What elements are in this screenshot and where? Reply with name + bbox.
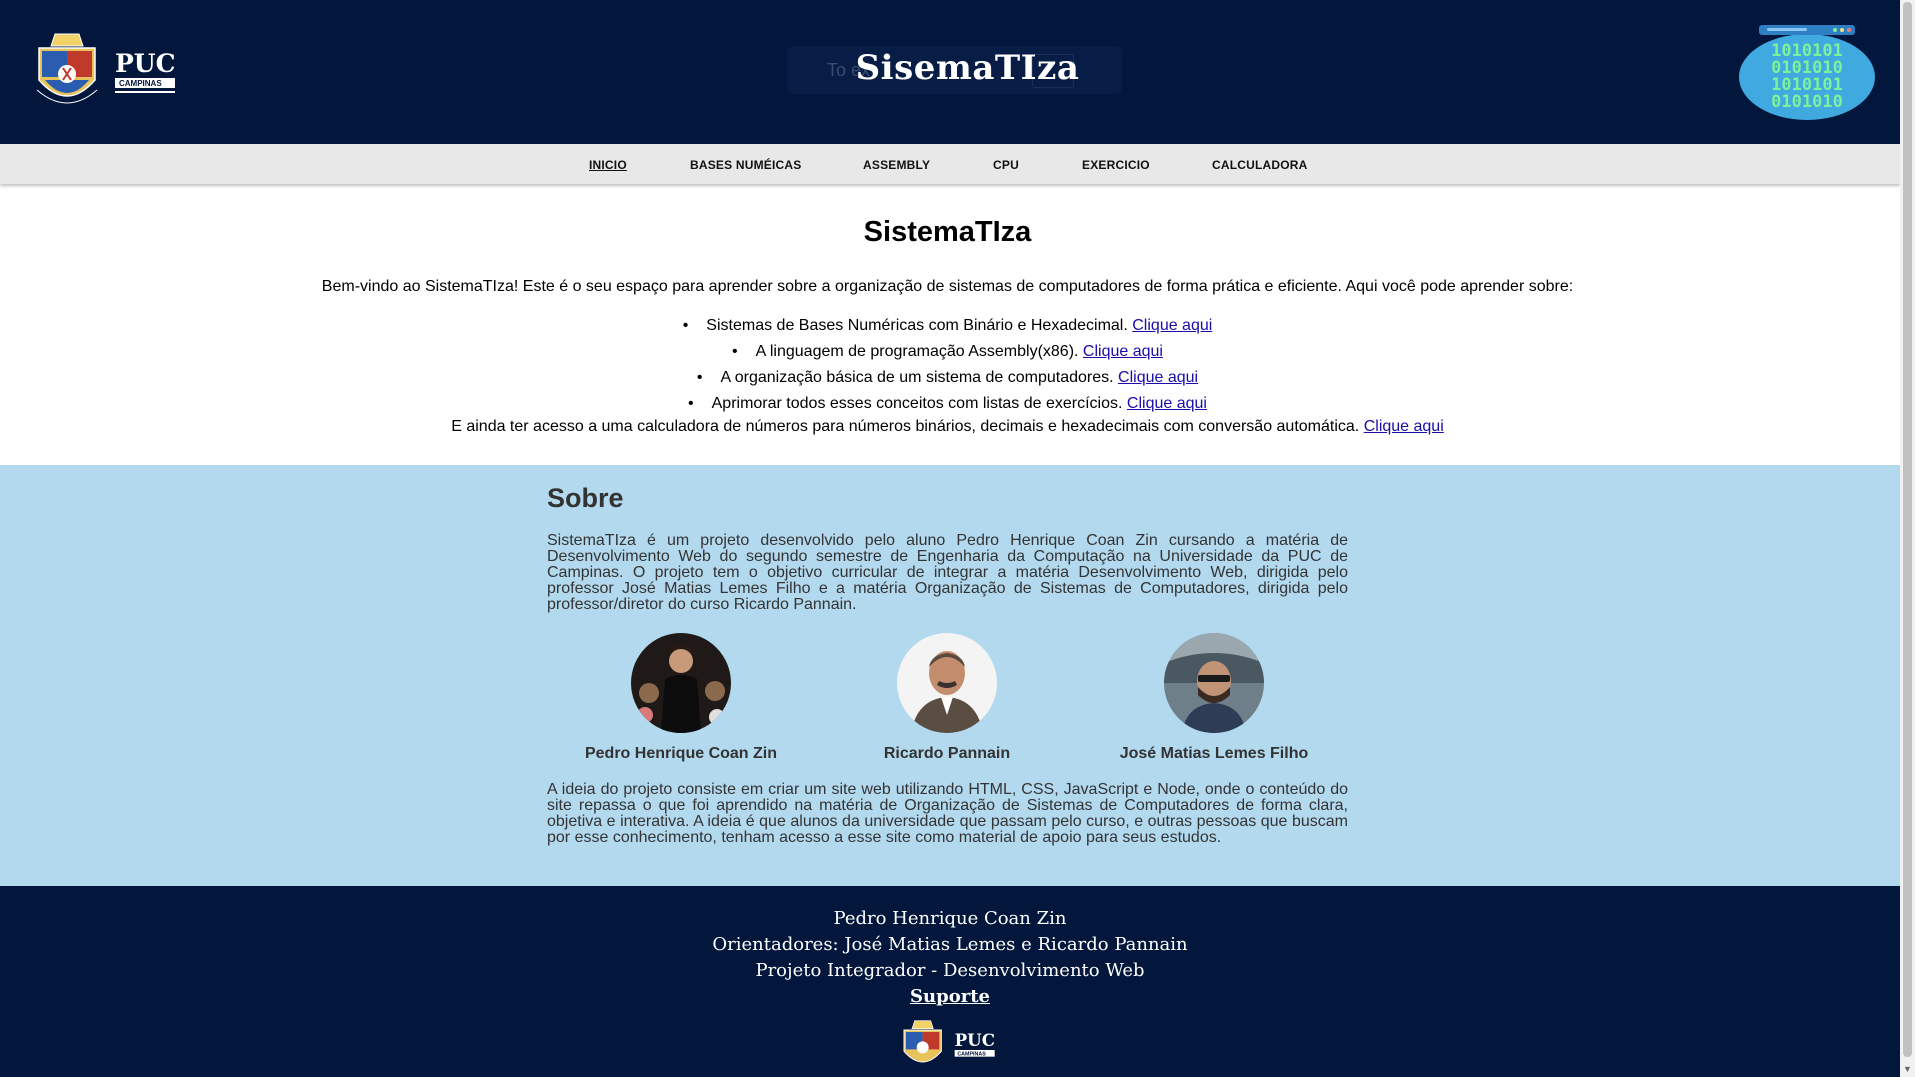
footer-advisors: Orientadores: José Matias Lemes e Ricard… <box>712 934 1188 955</box>
scroll-down-icon[interactable]: ▼ <box>1903 1064 1912 1074</box>
svg-text:CAMPINAS: CAMPINAS <box>957 1051 986 1057</box>
about-title: Sobre <box>547 483 624 513</box>
list-item: • A organização básica de um sistema de c… <box>696 369 1199 386</box>
footer-author: Pedro Henrique Coan Zin <box>833 908 1067 929</box>
topics-list: • Sistemas de Bases Numéricas com Binário… <box>0 313 1895 417</box>
list-item: • Sistemas de Bases Numéricas com Binário… <box>682 317 1213 334</box>
scrollbar-thumb[interactable] <box>1903 2 1912 1057</box>
topic-text: Sistemas de Bases Numéricas com Binário … <box>706 317 1128 334</box>
avatar <box>1164 633 1264 733</box>
footer-support-row: Suporte <box>0 984 1900 1010</box>
nav-item-cpu[interactable]: CPU <box>993 158 1019 172</box>
svg-text:PUC: PUC <box>955 1030 995 1050</box>
avatar <box>631 633 731 733</box>
binary-code-icon: 1010101 0101010 1010101 0101010 <box>1739 25 1875 120</box>
calculator-text: E ainda ter acesso a uma calculadora de … <box>0 418 1895 436</box>
about-paragraph-2: A ideia do projeto consiste em criar um … <box>547 781 1348 846</box>
intro-title: SistemaTIza <box>863 216 1032 248</box>
person-name: Ricardo Pannain <box>883 745 1011 762</box>
list-item: • A linguagem de programação Assembly(x86… <box>732 343 1163 360</box>
person-card: José Matias Lemes Filho <box>1074 633 1354 763</box>
person-photo-icon <box>1164 633 1264 733</box>
person-name: Pedro Henrique Coan Zin <box>584 745 777 762</box>
person-card: Pedro Henrique Coan Zin <box>541 633 821 763</box>
person-photo-icon <box>631 633 731 733</box>
support-link[interactable]: Suporte <box>910 986 990 1007</box>
main-nav: INICIO BASES NUMÉICAS ASSEMBLY CPU EXERC… <box>0 144 1900 184</box>
topic-link-bases[interactable]: Clique aqui <box>1132 317 1212 334</box>
topic-link-exercicios[interactable]: Clique aqui <box>1127 395 1207 412</box>
binary-row: 0101010 <box>1771 92 1843 112</box>
site-header: PUC CAMPINAS To ex SisemaTIza 1010101 01… <box>0 0 1900 144</box>
about-section: Sobre SistemaTIza é um projeto desenvolv… <box>0 465 1900 886</box>
footer-project: Projeto Integrador - Desenvolvimento Web <box>755 960 1145 981</box>
intro-section: SistemaTIza Bem-vindo ao SistemaTIza! Es… <box>0 185 1900 465</box>
site-title: SisemaTIza <box>855 48 1080 88</box>
topic-link-cpu[interactable]: Clique aqui <box>1118 369 1198 386</box>
nav-item-inicio[interactable]: INICIO <box>589 158 627 172</box>
footer-puc-logo[interactable]: PUC CAMPINAS <box>900 1018 1000 1074</box>
topic-text: Aprimorar todos esses conceitos com list… <box>711 395 1123 412</box>
site-footer: Pedro Henrique Coan Zin Orientadores: Jo… <box>0 886 1900 1077</box>
welcome-text: Bem-vindo ao SistemaTIza! Este é o seu e… <box>321 278 1574 295</box>
topic-text: A linguagem de programação Assembly(x86)… <box>755 343 1079 360</box>
topic-text: A organização básica de um sistema de co… <box>720 369 1114 386</box>
nav-item-bases-numericas[interactable]: BASES NUMÉICAS <box>690 158 801 172</box>
calculator-description: E ainda ter acesso a uma calculadora de … <box>451 418 1360 435</box>
nav-item-exercicio[interactable]: EXERCICIO <box>1082 158 1150 172</box>
avatar <box>897 633 997 733</box>
person-photo-icon <box>897 633 997 733</box>
list-item: • Aprimorar todos esses conceitos com lis… <box>688 395 1207 412</box>
about-paragraph-1: SistemaTIza é um projeto desenvolvido pe… <box>547 532 1348 613</box>
person-name: José Matias Lemes Filho <box>1119 745 1309 762</box>
page-scrollbar[interactable]: ▲ ▼ <box>1900 0 1915 1077</box>
topic-link-assembly[interactable]: Clique aqui <box>1083 343 1163 360</box>
person-card: Ricardo Pannain <box>807 633 1087 763</box>
nav-item-assembly[interactable]: ASSEMBLY <box>863 158 930 172</box>
nav-item-calculadora[interactable]: CALCULADORA <box>1212 158 1308 172</box>
calculator-link[interactable]: Clique aqui <box>1364 418 1444 435</box>
